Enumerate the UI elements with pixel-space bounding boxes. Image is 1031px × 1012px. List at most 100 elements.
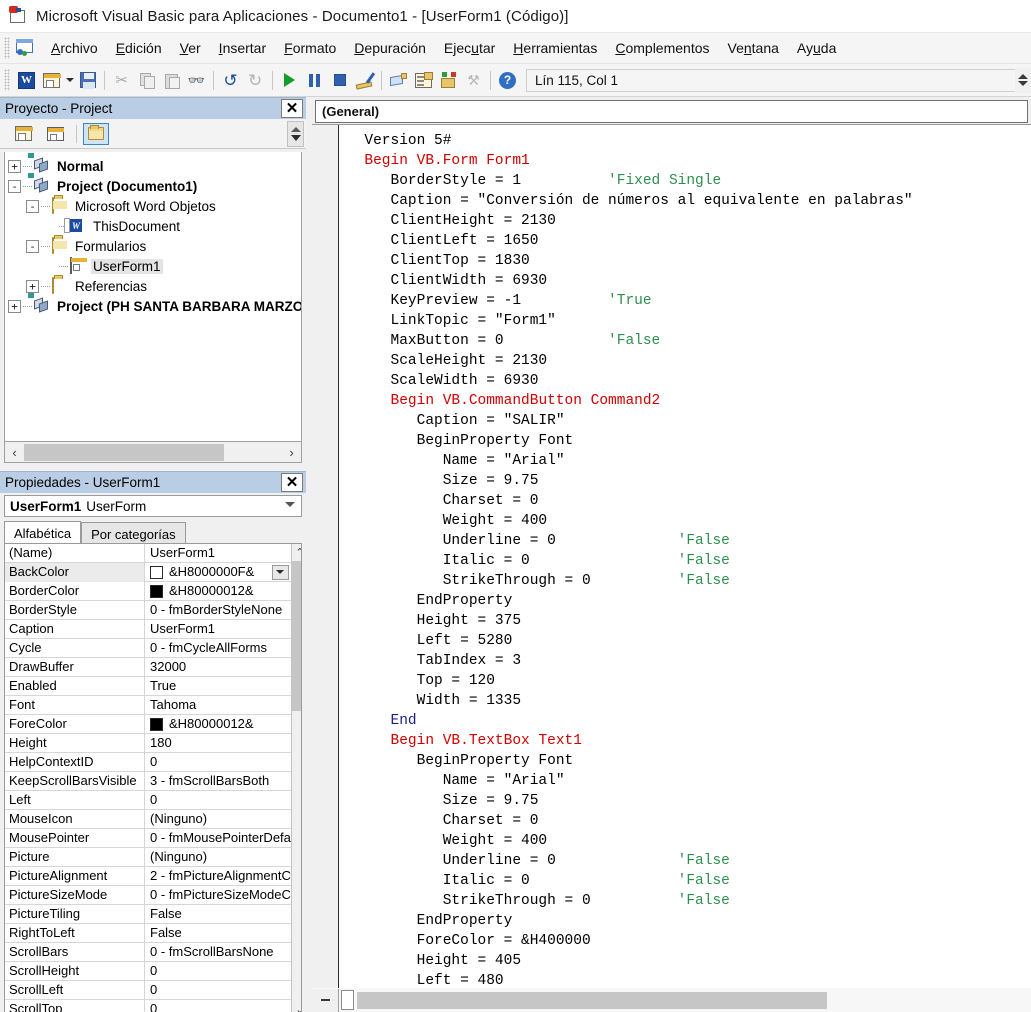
insert-userform-icon[interactable] [39, 68, 64, 93]
scrollbar-thumb[interactable] [24, 443, 224, 461]
property-value[interactable]: UserForm1 [145, 544, 291, 563]
property-value[interactable]: UserForm1 [145, 620, 291, 639]
tree-item[interactable]: - Formularios [8, 236, 301, 256]
property-value[interactable]: 0 - fmBorderStyleNone [145, 601, 291, 620]
project-toolbar-spinner[interactable] [287, 121, 304, 147]
project-explorer-icon[interactable] [386, 68, 411, 93]
tree-item[interactable]: - Project (Documento1) [8, 173, 301, 196]
property-row[interactable]: PictureAlignment 2 - fmPictureAlignmentC [5, 866, 291, 886]
code-hscrollbar[interactable] [312, 988, 1031, 1012]
properties-vscrollbar[interactable]: ⌃ ⌄ [290, 544, 301, 1012]
property-row[interactable]: (Name) UserForm1 [5, 544, 291, 563]
property-row[interactable]: ScrollLeft 0 [5, 980, 291, 1000]
menu-item-ayuda[interactable]: Ayuda [788, 36, 845, 60]
copy-icon[interactable] [134, 68, 159, 93]
property-value[interactable]: True [145, 677, 291, 696]
property-row[interactable]: BorderColor &H80000012& [5, 581, 291, 601]
help-icon[interactable]: ? [495, 68, 520, 93]
property-value[interactable]: &H80000012& [145, 715, 291, 734]
tree-item[interactable]: + Referencias [8, 276, 301, 296]
property-value[interactable]: &H80000012& [145, 582, 291, 601]
stop-icon[interactable] [327, 68, 352, 93]
property-value[interactable]: Tahoma [145, 696, 291, 715]
tab-por-categorias[interactable]: Por categorías [81, 522, 186, 543]
pause-icon[interactable] [302, 68, 327, 93]
object-browser-icon[interactable] [436, 68, 461, 93]
find-icon[interactable]: 👓 [184, 68, 209, 93]
close-icon[interactable]: ✕ [281, 99, 303, 118]
procedure-selector-combo[interactable]: (General) [315, 100, 1028, 123]
tree-item[interactable]: + Project (PH SANTA BARBARA MARZO [8, 293, 301, 316]
paste-icon[interactable] [159, 68, 184, 93]
property-row[interactable]: ScrollTop 0 [5, 999, 291, 1012]
undo-icon[interactable]: ↺ [218, 68, 243, 93]
property-value[interactable]: 0 [145, 1000, 291, 1012]
property-value[interactable]: False [145, 924, 291, 943]
property-row[interactable]: DrawBuffer 32000 [5, 657, 291, 677]
menu-item-ventana[interactable]: Ventana [719, 36, 788, 60]
menu-item-archivo[interactable]: Archivo [42, 36, 107, 60]
menu-item-formato[interactable]: Formato [275, 36, 345, 60]
design-mode-icon[interactable] [352, 68, 377, 93]
tree-toggle-icon[interactable]: + [8, 299, 21, 313]
property-value[interactable]: 0 - fmScrollBarsNone [145, 943, 291, 962]
menu-item-depuracin[interactable]: Depuración [345, 36, 435, 60]
scroll-up-icon[interactable]: ⌃ [292, 544, 301, 561]
property-value[interactable]: 180 [145, 734, 291, 753]
toolbar-drag-grip[interactable] [4, 69, 10, 91]
object-selector-combo[interactable]: UserForm1 UserForm [4, 495, 302, 517]
menu-item-herramientas[interactable]: Herramientas [504, 36, 606, 60]
project-tree[interactable]: + Normal - Project (Documento1) - Microsoft W… [4, 152, 302, 442]
save-icon[interactable] [75, 68, 100, 93]
close-icon[interactable]: ✕ [281, 473, 303, 492]
tree-toggle-icon[interactable]: + [26, 279, 39, 293]
property-row[interactable]: Left 0 [5, 790, 291, 810]
property-row[interactable]: HelpContextID 0 [5, 752, 291, 772]
property-value[interactable]: (Ninguno) [145, 848, 291, 867]
scrollbar-thumb[interactable] [357, 991, 827, 1009]
property-row[interactable]: Enabled True [5, 676, 291, 696]
project-tree-hscrollbar[interactable]: ‹ › [4, 442, 302, 463]
property-row[interactable]: Picture (Ninguno) [5, 847, 291, 867]
property-value[interactable]: 0 [145, 753, 291, 772]
run-icon[interactable] [277, 68, 302, 93]
property-value[interactable]: &H8000000F& [145, 563, 291, 582]
chevron-down-icon[interactable] [285, 502, 295, 507]
menu-item-insertar[interactable]: Insertar [210, 36, 275, 60]
scrollbar-track[interactable] [292, 711, 301, 1001]
property-value[interactable]: 0 [145, 791, 291, 810]
property-row[interactable]: ScrollBars 0 - fmScrollBarsNone [5, 942, 291, 962]
property-row[interactable]: BorderStyle 0 - fmBorderStyleNone [5, 600, 291, 620]
tree-toggle-icon[interactable]: - [8, 179, 21, 193]
tree-item[interactable]: - Microsoft Word Objetos [8, 196, 301, 216]
properties-window-icon[interactable] [411, 68, 436, 93]
scroll-right-icon[interactable]: › [282, 442, 301, 462]
property-row[interactable]: RightToLeft False [5, 923, 291, 943]
property-value[interactable]: 3 - fmScrollBarsBoth [145, 772, 291, 791]
tree-toggle-icon[interactable]: + [8, 159, 21, 173]
toolbar-overflow-spinner[interactable] [1015, 67, 1031, 93]
property-row[interactable]: PictureTiling False [5, 904, 291, 924]
code-editor-area[interactable]: Version 5# Begin VB.Form Form1 BorderSty… [312, 124, 1031, 988]
procedure-view-icon[interactable] [312, 988, 339, 1012]
menu-item-complementos[interactable]: Complementos [606, 36, 718, 60]
tree-item[interactable]: W ThisDocument [8, 216, 301, 236]
menu-item-ejecutar[interactable]: Ejecutar [435, 36, 504, 60]
view-code-icon[interactable] [10, 123, 36, 145]
property-row[interactable]: MousePointer 0 - fmMousePointerDefa [5, 828, 291, 848]
property-value[interactable]: 0 - fmMousePointerDefa [145, 829, 291, 848]
code-text[interactable]: Version 5# Begin VB.Form Form1 BorderSty… [339, 125, 1031, 988]
toggle-folders-icon[interactable] [83, 122, 109, 145]
property-value[interactable]: 0 - fmPictureSizeModeC [145, 886, 291, 905]
tree-item[interactable]: UserForm1 [8, 256, 301, 276]
insert-dropdown-icon[interactable] [64, 68, 75, 93]
view-word-icon[interactable]: W [14, 68, 39, 93]
property-row[interactable]: Font Tahoma [5, 695, 291, 715]
property-value[interactable]: (Ninguno) [145, 810, 291, 829]
tree-item[interactable]: + Normal [8, 153, 301, 176]
tree-toggle-icon[interactable]: - [26, 239, 39, 253]
property-value[interactable]: 32000 [145, 658, 291, 677]
menu-drag-grip[interactable] [4, 37, 10, 59]
chevron-down-icon[interactable] [271, 564, 289, 580]
tab-alfabetica[interactable]: Alfabética [4, 521, 82, 543]
